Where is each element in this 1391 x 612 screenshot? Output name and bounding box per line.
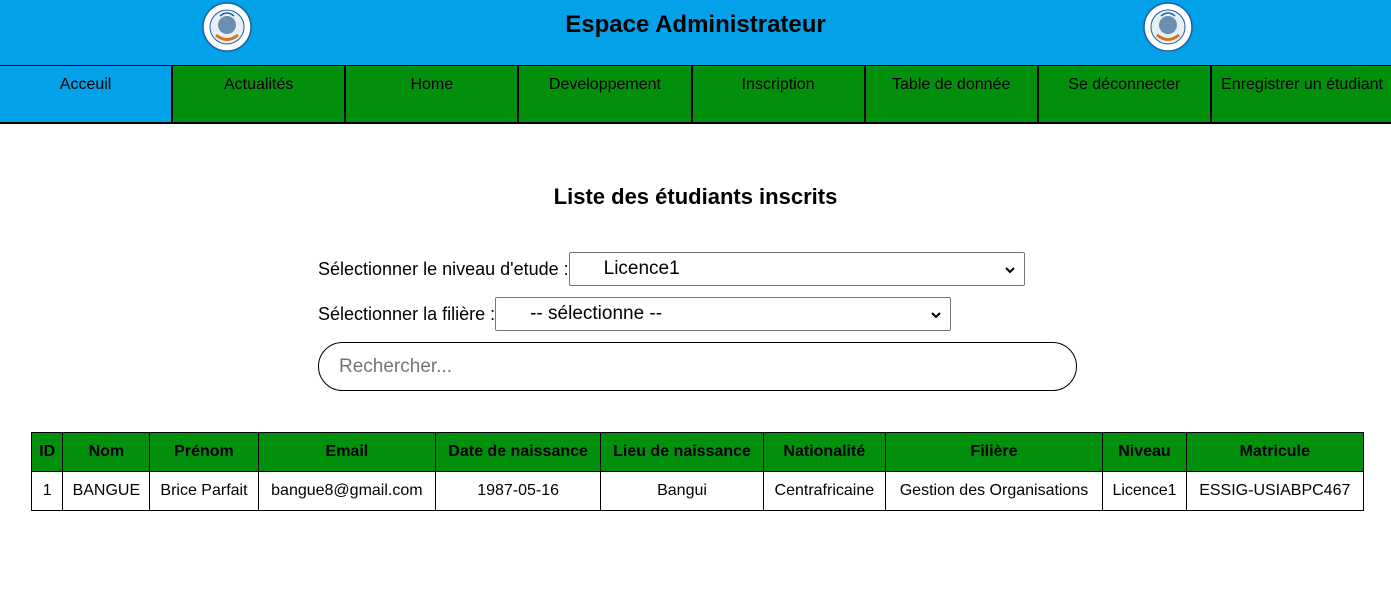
filiere-select[interactable]: -- sélectionne -- — [495, 297, 952, 331]
cell-lieu-naissance: Bangui — [600, 471, 764, 511]
cell-niveau: Licence1 — [1102, 471, 1187, 511]
level-select-value: Licence1 — [603, 258, 680, 279]
school-seal-logo-icon — [1143, 2, 1193, 52]
nav-item-actualites[interactable]: Actualités — [171, 66, 345, 122]
students-table: ID Nom Prénom Email Date de naissance Li… — [30, 432, 1365, 511]
cell-matricule: ESSIG-USIABPC467 — [1185, 471, 1365, 511]
filiere-select-value: -- sélectionne -- — [530, 303, 663, 324]
nav-item-home[interactable]: Home — [344, 66, 518, 122]
column-header-nom: Nom — [62, 432, 151, 472]
table-header-row: ID Nom Prénom Email Date de naissance Li… — [30, 432, 1365, 472]
page-title: Liste des étudiants inscrits — [553, 184, 838, 209]
chevron-down-icon — [931, 312, 941, 319]
column-header-lieu-naissance: Lieu de naissance — [600, 432, 764, 472]
column-header-nationalite: Nationalité — [763, 432, 886, 472]
nav-item-table-de-donnee[interactable]: Table de donnée — [863, 66, 1037, 122]
filiere-select-label: Sélectionner la filière : — [318, 303, 496, 324]
column-header-niveau: Niveau — [1102, 432, 1187, 472]
cell-date-naissance: 1987-05-16 — [435, 471, 602, 511]
nav-item-inscription[interactable]: Inscription — [690, 66, 864, 122]
nav-item-developpement[interactable]: Developpement — [517, 66, 691, 122]
nav-item-se-deconnecter[interactable]: Se déconnecter — [1036, 66, 1210, 122]
cell-id: 1 — [30, 471, 64, 511]
column-header-prenom: Prénom — [149, 432, 259, 472]
header-bar: Espace Administrateur — [0, 0, 1391, 65]
column-header-email: Email — [257, 432, 437, 472]
table-row[interactable]: 1 BANGUE Brice Parfait bangue8@gmail.com… — [30, 471, 1365, 511]
column-header-filiere: Filière — [884, 432, 1104, 472]
search-input[interactable] — [318, 342, 1077, 391]
nav-item-acceuil[interactable]: Acceuil — [0, 66, 172, 122]
level-filter-row: Sélectionner le niveau d'etude : Licence… — [318, 252, 1025, 286]
column-header-date-naissance: Date de naissance — [435, 432, 602, 472]
column-header-matricule: Matricule — [1185, 432, 1365, 472]
cell-filiere: Gestion des Organisations — [884, 471, 1104, 511]
filiere-filter-row: Sélectionner la filière : -- sélectionne… — [318, 297, 952, 331]
cell-nom: BANGUE — [62, 471, 151, 511]
cell-nationalite: Centrafricaine — [763, 471, 886, 511]
nav-item-enregistrer-etudiant[interactable]: Enregistrer un étudiant — [1209, 66, 1391, 122]
level-select-label: Sélectionner le niveau d'etude : — [318, 258, 569, 279]
level-select[interactable]: Licence1 — [568, 252, 1025, 286]
cell-prenom: Brice Parfait — [149, 471, 259, 511]
column-header-id: ID — [30, 432, 64, 472]
main-nav: Acceuil Actualités Home Developpement In… — [0, 65, 1391, 124]
chevron-down-icon — [1004, 267, 1015, 274]
cell-email: bangue8@gmail.com — [257, 471, 437, 511]
